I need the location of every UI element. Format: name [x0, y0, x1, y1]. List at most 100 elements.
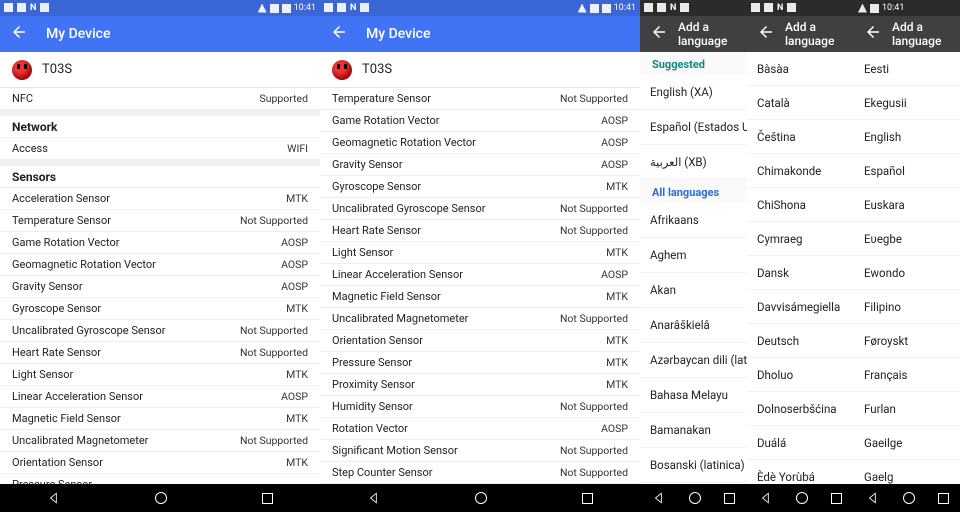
info-row[interactable]: Game Rotation VectorAOSP — [0, 232, 320, 254]
info-row[interactable]: Pressure Sensor — [0, 474, 320, 484]
nav-recent-icon[interactable] — [831, 493, 842, 504]
language-item[interactable]: Føroyskt — [854, 324, 960, 358]
info-row[interactable]: Rotation VectorAOSP — [320, 418, 640, 440]
info-row[interactable]: Gravity SensorAOSP — [0, 276, 320, 298]
info-row[interactable]: Uncalibrated Gyroscope SensorNot Support… — [320, 198, 640, 220]
info-row[interactable]: Uncalibrated MagnetometerNot Supported — [320, 308, 640, 330]
back-button[interactable] — [757, 23, 775, 45]
nav-recent-icon[interactable] — [724, 493, 735, 504]
info-row[interactable]: Step Counter SensorNot Supported — [320, 462, 640, 484]
info-row[interactable]: Gravity SensorAOSP — [320, 154, 640, 176]
app-title: My Device — [366, 26, 430, 42]
language-item[interactable]: Ekegusii — [854, 86, 960, 120]
language-item[interactable]: Èdè Yorùbá — [747, 460, 854, 484]
language-item[interactable]: Eesti — [854, 52, 960, 86]
language-item[interactable]: Furlan — [854, 392, 960, 426]
language-item[interactable]: Gaeilge — [854, 426, 960, 460]
nav-recent-icon[interactable] — [938, 493, 949, 504]
arrow-left-icon — [330, 23, 348, 41]
nav-back-icon[interactable] — [652, 491, 666, 505]
language-list[interactable]: BàsàaCatalàČeštinaChimakondeChiShonaCymr… — [747, 52, 854, 484]
language-item[interactable]: Català — [747, 86, 854, 120]
back-button[interactable] — [330, 23, 348, 45]
info-row[interactable]: Magnetic Field SensorMTK — [0, 408, 320, 430]
language-item[interactable]: Ewondo — [854, 256, 960, 290]
nav-home-icon[interactable] — [689, 492, 701, 504]
nav-home-icon[interactable] — [903, 492, 915, 504]
back-button[interactable] — [10, 23, 28, 45]
device-header[interactable]: T03S — [320, 52, 640, 88]
language-item[interactable]: Duálá — [747, 426, 854, 460]
language-item[interactable]: Deutsch — [747, 324, 854, 358]
info-row[interactable]: Temperature SensorNot Supported — [320, 88, 640, 110]
info-row[interactable]: Uncalibrated MagnetometerNot Supported — [0, 430, 320, 452]
device-info-list[interactable]: Temperature SensorNot SupportedGame Rota… — [320, 88, 640, 484]
info-row[interactable]: Uncalibrated Gyroscope SensorNot Support… — [0, 320, 320, 342]
language-item[interactable]: Čeština — [747, 120, 854, 154]
nav-back-icon[interactable] — [367, 491, 381, 505]
device-header[interactable]: T03S — [0, 52, 320, 88]
info-row[interactable]: Heart Rate SensorNot Supported — [320, 220, 640, 242]
info-row[interactable]: Geomagnetic Rotation VectorAOSP — [0, 254, 320, 276]
language-item[interactable]: العربية (XB) — [640, 145, 747, 180]
nav-back-icon[interactable] — [866, 491, 880, 505]
language-item[interactable]: Anarâškielâ — [640, 308, 747, 343]
info-row[interactable]: Temperature SensorNot Supported — [0, 210, 320, 232]
back-button[interactable] — [650, 23, 668, 45]
language-item[interactable]: Gaelg — [854, 460, 960, 484]
language-item[interactable]: Euskara — [854, 188, 960, 222]
language-item[interactable]: Chimakonde — [747, 154, 854, 188]
info-row[interactable]: Linear Acceleration SensorAOSP — [0, 386, 320, 408]
nav-recent-icon[interactable] — [582, 493, 593, 504]
info-row[interactable]: Magnetic Field SensorMTK — [320, 286, 640, 308]
device-info-list[interactable]: NFCSupportedNetworkAccessWIFISensorsAcce… — [0, 88, 320, 484]
back-button[interactable] — [864, 23, 882, 45]
language-item[interactable]: Davvisámegiella — [747, 290, 854, 324]
info-row[interactable]: Linear Acceleration SensorAOSP — [320, 264, 640, 286]
info-row[interactable]: Geomagnetic Rotation VectorAOSP — [320, 132, 640, 154]
language-item[interactable]: Bosanski (latinica) — [640, 448, 747, 483]
info-row[interactable]: Game Rotation VectorAOSP — [320, 110, 640, 132]
language-item[interactable]: ChiShona — [747, 188, 854, 222]
language-item[interactable]: Akan — [640, 273, 747, 308]
language-item[interactable]: English — [854, 120, 960, 154]
language-list[interactable]: EestiEkegusiiEnglishEspañolEuskaraEʋegbe… — [854, 52, 960, 484]
info-row[interactable]: Significant Motion SensorNot Supported — [320, 440, 640, 462]
nav-back-icon[interactable] — [759, 491, 773, 505]
info-row[interactable]: Humidity SensorNot Supported — [320, 396, 640, 418]
language-item[interactable]: Azərbaycan dili (latın) — [640, 343, 747, 378]
nav-home-icon[interactable] — [796, 492, 808, 504]
language-item[interactable]: Cymraeg — [747, 222, 854, 256]
language-item[interactable]: Dholuo — [747, 358, 854, 392]
nav-home-icon[interactable] — [155, 492, 167, 504]
info-row[interactable]: NFCSupported — [0, 88, 320, 110]
nav-back-icon[interactable] — [47, 491, 61, 505]
language-item[interactable]: Filipino — [854, 290, 960, 324]
language-item[interactable]: Afrikaans — [640, 203, 747, 238]
language-item[interactable]: English (XA) — [640, 75, 747, 110]
language-item[interactable]: Dolnoserbšćina — [747, 392, 854, 426]
info-row[interactable]: Gyroscope SensorMTK — [0, 298, 320, 320]
language-item[interactable]: Français — [854, 358, 960, 392]
language-item[interactable]: Bàsàa — [747, 52, 854, 86]
language-item[interactable]: Eʋegbe — [854, 222, 960, 256]
language-item[interactable]: Dansk — [747, 256, 854, 290]
info-row[interactable]: Pressure SensorMTK — [320, 352, 640, 374]
language-item[interactable]: Aghem — [640, 238, 747, 273]
nav-recent-icon[interactable] — [262, 493, 273, 504]
info-row[interactable]: Light SensorMTK — [320, 242, 640, 264]
info-row[interactable]: Heart Rate SensorNot Supported — [0, 342, 320, 364]
nav-home-icon[interactable] — [475, 492, 487, 504]
language-item[interactable]: Bamanakan — [640, 413, 747, 448]
language-item[interactable]: Español (Estados Unidos) — [640, 110, 747, 145]
info-row[interactable]: Orientation SensorMTK — [320, 330, 640, 352]
language-item[interactable]: Español — [854, 154, 960, 188]
info-row[interactable]: Acceleration SensorMTK — [0, 188, 320, 210]
info-row[interactable]: Proximity SensorMTK — [320, 374, 640, 396]
info-row[interactable]: AccessWIFI — [0, 138, 320, 160]
info-row[interactable]: Light SensorMTK — [0, 364, 320, 386]
language-list[interactable]: SuggestedEnglish (XA)Español (Estados Un… — [640, 52, 747, 484]
language-item[interactable]: Bahasa Melayu — [640, 378, 747, 413]
info-row[interactable]: Gyroscope SensorMTK — [320, 176, 640, 198]
info-row[interactable]: Orientation SensorMTK — [0, 452, 320, 474]
